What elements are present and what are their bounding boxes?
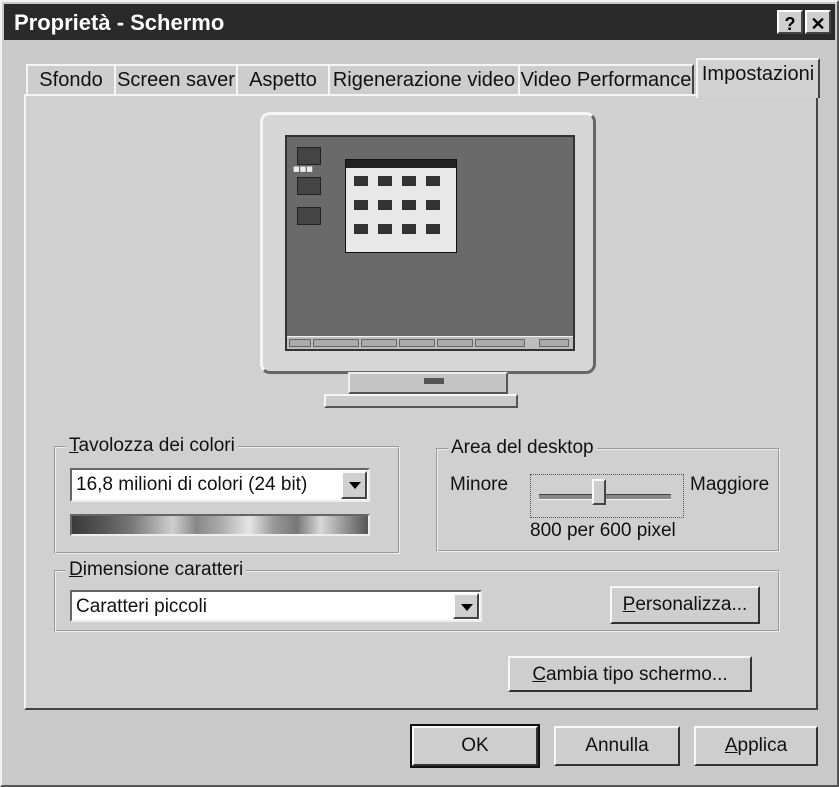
- tab-screen-saver[interactable]: Screen saver: [114, 64, 238, 96]
- slider-min-label: Minore: [450, 474, 509, 495]
- font-size-value: Caratteri piccoli: [76, 596, 207, 617]
- change-display-type-button[interactable]: Cambia tipo schermo...: [508, 656, 752, 692]
- button-accel-key: P: [622, 594, 636, 615]
- legend-accel-key: T: [69, 435, 79, 456]
- window-title: Proprietà - Schermo: [14, 10, 225, 35]
- settings-panel: ■■■ Tavolozza dei colori 16,8 milioni di…: [24, 94, 818, 710]
- mini-control-panel-window: [345, 159, 457, 253]
- button-label: ambia tipo schermo...: [546, 664, 728, 685]
- desktop-recycle-bin-icon: [297, 207, 321, 225]
- chevron-down-icon[interactable]: [341, 471, 367, 499]
- button-accel-key: C: [532, 664, 547, 685]
- desktop-preview-screen: ■■■: [285, 135, 575, 351]
- cancel-button[interactable]: Annulla: [554, 726, 680, 766]
- mini-task: [475, 339, 525, 347]
- mini-item-icon: [354, 200, 368, 210]
- color-palette-group: Tavolozza dei colori 16,8 milioni di col…: [54, 435, 400, 554]
- mini-task: [399, 339, 435, 347]
- resolution-slider[interactable]: [530, 474, 684, 518]
- mini-item-icon: [402, 200, 416, 210]
- mini-taskbar: [287, 336, 573, 349]
- font-size-group: Dimensione caratteri Caratteri piccoli P…: [54, 559, 780, 632]
- mini-task: [313, 339, 359, 347]
- chevron-down-icon[interactable]: [453, 593, 479, 619]
- mini-item-icon: [378, 200, 392, 210]
- desktop-area-legend: Area del desktop: [448, 437, 597, 459]
- button-label: ersonalizza...: [635, 594, 748, 615]
- font-size-select[interactable]: Caratteri piccoli: [70, 590, 482, 622]
- mini-window-titlebar: [346, 160, 456, 168]
- legend-text: imensione caratteri: [82, 559, 244, 580]
- tab-impostazioni[interactable]: Impostazioni: [696, 58, 820, 98]
- slider-thumb[interactable]: [592, 479, 607, 505]
- legend-accel-key: D: [69, 559, 83, 580]
- monitor-stand-base: [324, 394, 518, 408]
- close-button[interactable]: ✕: [805, 10, 831, 34]
- resolution-value: 800 per 600 pixel: [530, 520, 676, 541]
- tab-sfondo[interactable]: Sfondo: [26, 64, 116, 96]
- legend-text: avolozza dei colori: [78, 435, 235, 456]
- color-palette-select[interactable]: 16,8 milioni di colori (24 bit): [70, 468, 370, 502]
- mini-item-icon: [354, 176, 368, 186]
- desktop-area-group: Area del desktop Minore Maggiore 800 per…: [436, 437, 780, 552]
- color-palette-legend: Tavolozza dei colori: [66, 435, 238, 457]
- tab-video-performance[interactable]: Video Performance: [518, 64, 694, 96]
- button-label: pplica: [737, 735, 788, 756]
- customize-button[interactable]: Personalizza...: [610, 586, 760, 624]
- mini-start-button: [289, 339, 311, 347]
- title-bar[interactable]: Proprietà - Schermo ? ✕: [4, 4, 835, 40]
- mini-item-icon: [426, 200, 440, 210]
- desktop-icon-label: ■■■: [293, 165, 313, 173]
- apply-button[interactable]: Applica: [694, 726, 818, 766]
- monitor-preview: ■■■: [260, 112, 596, 374]
- mini-item-icon: [426, 224, 440, 234]
- font-size-legend: Dimensione caratteri: [66, 559, 247, 581]
- color-palette-value: 16,8 milioni di colori (24 bit): [76, 474, 308, 495]
- button-accel-key: A: [724, 735, 738, 756]
- slider-max-label: Maggiore: [690, 474, 770, 495]
- mini-item-icon: [426, 176, 440, 186]
- mini-task: [437, 339, 473, 347]
- desktop-computer-icon: [297, 147, 321, 165]
- tab-rigenerazione-video[interactable]: Rigenerazione video: [328, 64, 520, 96]
- desktop-network-icon: [297, 177, 321, 195]
- help-button[interactable]: ?: [777, 10, 803, 34]
- mini-item-icon: [354, 224, 368, 234]
- mini-item-icon: [378, 176, 392, 186]
- mini-clock: [539, 339, 569, 347]
- tab-aspetto[interactable]: Aspetto: [236, 64, 330, 96]
- display-properties-dialog: Proprietà - Schermo ? ✕ Sfondo Screen sa…: [0, 0, 839, 787]
- mini-item-icon: [378, 224, 392, 234]
- mini-item-icon: [402, 176, 416, 186]
- monitor-stand-neck: [348, 372, 508, 394]
- ok-button[interactable]: OK: [410, 724, 540, 768]
- color-spectrum-bar: [70, 514, 370, 536]
- mini-task: [361, 339, 397, 347]
- monitor-power-light: [424, 378, 444, 384]
- mini-item-icon: [402, 224, 416, 234]
